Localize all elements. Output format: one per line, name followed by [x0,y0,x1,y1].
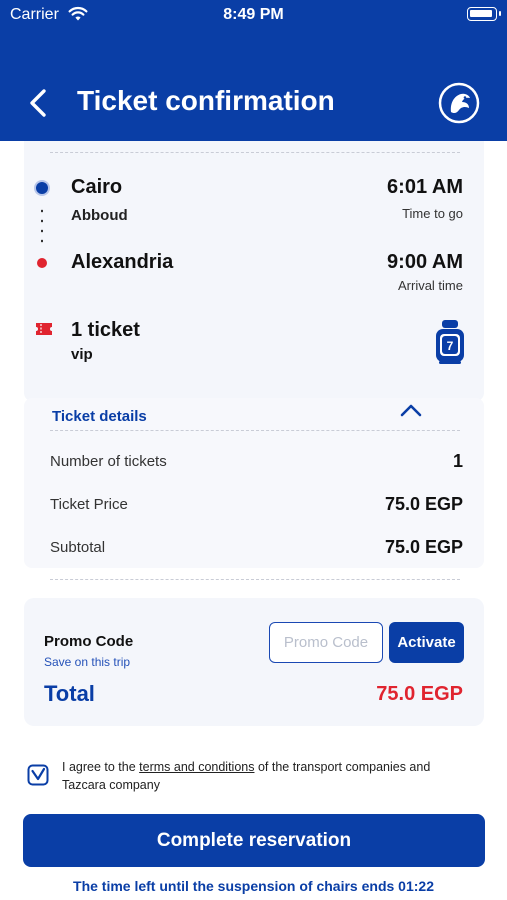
detail-label-ticket-price: Ticket Price [50,496,128,513]
ticket-icon [35,321,53,342]
total-value: 75.0 EGP [376,683,463,705]
promo-title: Promo Code [44,633,134,650]
agreement-prefix: I agree to the [62,760,140,774]
ticket-class: vip [71,346,93,363]
app-header: Carrier 8:49 PM Ticket confirmation [0,0,507,141]
seat-icon: 7 [433,318,467,371]
total-label: Total [44,681,95,706]
destination-city: Alexandria [71,251,174,273]
activate-button[interactable]: Activate [389,622,464,663]
complete-reservation-button[interactable]: Complete reservation [23,814,485,867]
page-title: Ticket confirmation [77,85,335,116]
status-time: 8:49 PM [223,6,284,23]
divider [50,430,460,431]
detail-value-ticket-count: 1 [452,451,463,471]
detail-label-ticket-count: Number of tickets [50,453,167,470]
chevron-left-icon[interactable] [26,88,50,123]
arrival-time-label: Arrival time [397,278,463,293]
detail-label-subtotal: Subtotal [50,539,106,556]
departure-time-label: Time to go [402,206,463,221]
battery-icon [467,7,501,21]
promo-code-input[interactable] [269,622,383,663]
chevron-up-icon[interactable] [400,402,422,423]
destination-dot-icon [37,258,47,268]
ticket-details-toggle[interactable]: Ticket details [52,408,147,425]
arrival-time: 9:00 AM [387,251,463,273]
divider [50,152,460,153]
origin-dot-icon [36,182,48,194]
checkbox-checked-icon[interactable] [27,764,49,791]
detail-value-ticket-price: 75.0 EGP [384,494,463,514]
status-bar: Carrier 8:49 PM [0,0,507,30]
seat-hold-countdown: The time left until the suspension of ch… [73,878,434,894]
seat-number: 7 [447,339,454,353]
ticket-count: 1 ticket [71,319,140,341]
agreement-text: I agree to the terms and conditions of t… [62,758,472,794]
detail-value-subtotal: 75.0 EGP [384,537,463,557]
departure-time: 6:01 AM [387,176,463,198]
origin-city: Cairo [71,176,123,198]
promo-subtitle: Save on this trip [44,655,131,669]
route-line [41,206,43,246]
divider [50,579,460,580]
origin-station: Abboud [71,207,128,224]
terms-link[interactable]: terms and conditions [139,760,254,774]
brand-logo-icon [438,82,480,124]
